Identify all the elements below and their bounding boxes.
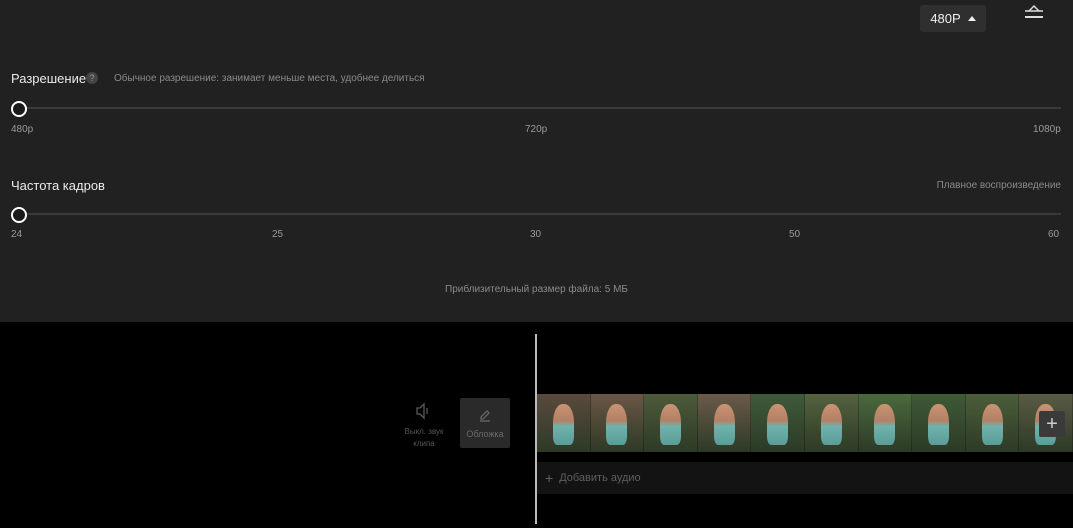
resolution-slider-thumb[interactable] <box>11 101 27 117</box>
export-icon[interactable] <box>1023 3 1045 19</box>
video-clip-track[interactable] <box>537 394 1073 452</box>
clip-figure <box>606 404 628 446</box>
add-audio-button[interactable]: + Добавить аудио <box>537 462 1073 494</box>
plus-icon: + <box>545 470 554 486</box>
clip-figure <box>659 404 681 446</box>
framerate-tick: 24 <box>11 229 23 240</box>
resolution-tick: 720p <box>525 124 548 135</box>
resolution-hint: Обычное разрешение: занимает меньше мест… <box>114 73 425 84</box>
clip-figure <box>820 404 842 446</box>
clip-thumbnail <box>804 394 859 452</box>
framerate-label: Частота кадров <box>11 178 105 193</box>
clip-figure <box>981 404 1003 446</box>
clip-figure <box>927 404 949 446</box>
mute-clip-label-line1: Выкл. звук <box>404 427 444 436</box>
resolution-dropdown-label: 480P <box>930 11 961 26</box>
cover-button[interactable]: Обложка <box>460 398 510 448</box>
resolution-label: Разрешение <box>11 71 87 86</box>
clip-thumbnail <box>912 394 966 452</box>
help-icon[interactable]: ? <box>86 72 98 84</box>
mute-clip-label-line2: клипа <box>413 439 435 448</box>
clip-thumbnail <box>590 394 645 452</box>
resolution-tick: 1080p <box>1033 124 1061 135</box>
file-size-estimate: Приблизительный размер файла: 5 МБ <box>445 284 628 295</box>
clip-thumbnail <box>858 394 913 452</box>
clip-figure <box>552 404 574 446</box>
mute-clip-button[interactable]: Выкл. звук клипа <box>398 402 450 449</box>
cover-label: Обложка <box>466 429 504 439</box>
framerate-hint: Плавное воспроизведение <box>936 180 1061 191</box>
clip-thumbnail <box>644 394 698 452</box>
clip-figure <box>874 404 896 446</box>
speaker-icon <box>416 402 428 420</box>
pencil-icon <box>480 410 490 422</box>
resolution-dropdown-button[interactable]: 480P <box>920 5 986 32</box>
clip-thumbnail <box>965 394 1020 452</box>
caret-up-icon <box>967 16 976 21</box>
clip-thumbnail <box>537 394 591 452</box>
framerate-tick: 60 <box>1048 229 1060 240</box>
resolution-tick: 480p <box>11 124 34 135</box>
framerate-tick: 25 <box>272 229 284 240</box>
export-settings-panel: 480P Разрешение ? Обычное разрешение: за… <box>0 0 1073 322</box>
framerate-tick: 50 <box>789 229 801 240</box>
clip-thumbnail <box>697 394 752 452</box>
resolution-slider-track[interactable] <box>18 107 1061 109</box>
framerate-slider-thumb[interactable] <box>11 207 27 223</box>
clip-thumbnail <box>751 394 805 452</box>
clip-figure <box>767 404 789 446</box>
framerate-slider-track[interactable] <box>18 213 1061 215</box>
add-audio-label: Добавить аудио <box>559 472 641 484</box>
framerate-tick: 30 <box>530 229 542 240</box>
clip-figure <box>713 404 735 446</box>
add-clip-button[interactable]: + <box>1039 411 1065 437</box>
